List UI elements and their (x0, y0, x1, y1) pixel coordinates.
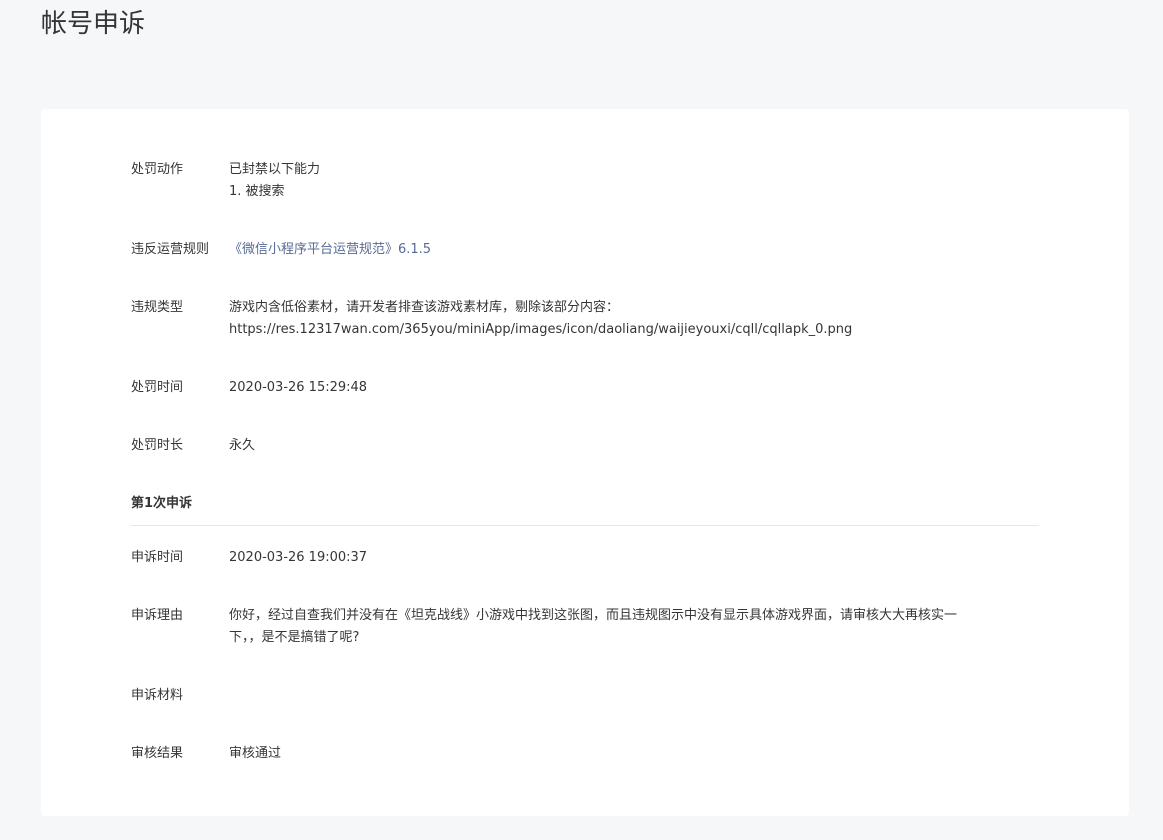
appeal-time-row: 申诉时间 2020-03-26 19:00:37 (131, 547, 367, 569)
appeal-reason-line: 你好，经过自查我们并没有在《坦克战线》小游戏中找到这张图，而且违规图示中没有显示… (229, 608, 958, 623)
review-result-value: 审核通过 (229, 746, 282, 761)
section-divider (131, 525, 1039, 526)
rule-document-link[interactable]: 《微信小程序平台运营规范》6.1.5 (229, 242, 431, 257)
appeal-reason-value: 你好，经过自查我们并没有在《坦克战线》小游戏中找到这张图，而且违规图示中没有显示… (229, 605, 1029, 649)
appeal-material-row: 申诉材料 (131, 685, 229, 707)
review-result-row: 审核结果 审核通过 (131, 743, 281, 765)
penalty-duration-label: 处罚时长 (131, 438, 184, 453)
violation-type-row: 违规类型 游戏内含低俗素材，请开发者排查该游戏素材库，剔除该部分内容： http… (131, 297, 852, 341)
penalty-action-item: 1. 被搜索 (229, 184, 285, 199)
penalty-action-line: 已封禁以下能力 (229, 162, 321, 177)
violated-rule-label: 违反运营规则 (131, 242, 210, 257)
appeal-time-value: 2020-03-26 19:00:37 (229, 550, 368, 565)
violated-rule-row: 违反运营规则 《微信小程序平台运营规范》6.1.5 (131, 239, 431, 261)
appeal-reason-row: 申诉理由 你好，经过自查我们并没有在《坦克战线》小游戏中找到这张图，而且违规图示… (131, 605, 1029, 649)
penalty-duration-value: 永久 (229, 438, 256, 453)
penalty-time-row: 处罚时间 2020-03-26 15:29:48 (131, 377, 367, 399)
appeal-time-label: 申诉时间 (131, 550, 184, 565)
page-title: 帐号申诉 (41, 9, 146, 39)
appeal-material-label: 申诉材料 (131, 688, 184, 703)
appeal-detail-card: 处罚动作 已封禁以下能力 1. 被搜索 违反运营规则 《微信小程序平台运营规范》… (41, 109, 1129, 816)
violation-type-description: 游戏内含低俗素材，请开发者排查该游戏素材库，剔除该部分内容： (229, 300, 620, 315)
appeal-section-title: 第1次申诉 (131, 496, 193, 511)
violation-type-value: 游戏内含低俗素材，请开发者排查该游戏素材库，剔除该部分内容： https://r… (229, 297, 852, 341)
violation-type-label: 违规类型 (131, 300, 184, 315)
appeal-reason-line: 下，，是不是搞错了呢? (229, 630, 360, 645)
penalty-action-value: 已封禁以下能力 1. 被搜索 (229, 159, 320, 203)
penalty-time-value: 2020-03-26 15:29:48 (229, 380, 368, 395)
penalty-action-row: 处罚动作 已封禁以下能力 1. 被搜索 (131, 159, 320, 203)
penalty-action-label: 处罚动作 (131, 162, 184, 177)
violation-asset-url: https://res.12317wan.com/365you/miniApp/… (229, 322, 853, 337)
penalty-time-label: 处罚时间 (131, 380, 184, 395)
review-result-label: 审核结果 (131, 746, 184, 761)
penalty-duration-row: 处罚时长 永久 (131, 435, 255, 457)
appeal-reason-label: 申诉理由 (131, 608, 184, 623)
violated-rule-value: 《微信小程序平台运营规范》6.1.5 (229, 239, 431, 261)
